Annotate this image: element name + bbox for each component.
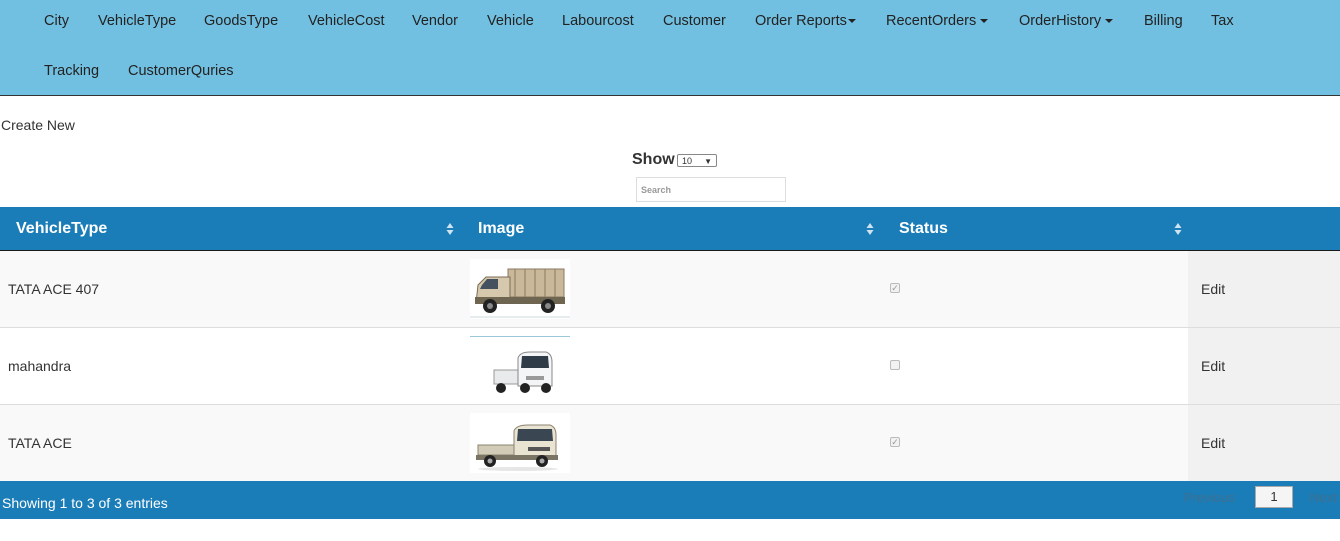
- previous-page-button[interactable]: Previous: [1184, 481, 1235, 514]
- edit-link[interactable]: Edit: [1201, 251, 1225, 327]
- nav-billing[interactable]: Billing: [1144, 12, 1183, 30]
- sort-icon: [446, 223, 454, 235]
- show-entries-label: Show: [632, 151, 675, 168]
- column-header-status[interactable]: Status: [899, 207, 948, 250]
- nav-city[interactable]: City: [44, 12, 69, 30]
- caret-down-icon: [1105, 19, 1114, 24]
- nav-orderhistory-dropdown[interactable]: OrderHistory: [1019, 12, 1114, 30]
- sort-icon: [1174, 223, 1182, 235]
- nav-labourcost[interactable]: Labourcost: [562, 12, 634, 30]
- column-header-vehicletype[interactable]: VehicleType: [16, 207, 107, 250]
- table-row: TATA ACE 407 ✓ Edit: [0, 251, 1340, 328]
- vehicle-type-cell: TATA ACE 407: [8, 281, 100, 297]
- column-header-label: Image: [478, 220, 525, 237]
- search-input[interactable]: [636, 177, 786, 202]
- create-new-link[interactable]: Create New: [1, 117, 75, 133]
- table-row: mahandra Edit: [0, 328, 1340, 405]
- nav-tracking[interactable]: Tracking: [44, 62, 99, 80]
- edit-link[interactable]: Edit: [1201, 328, 1225, 404]
- truck-open-body-image: [470, 259, 570, 319]
- action-cell: Edit: [1188, 328, 1340, 404]
- nav-customerquries[interactable]: CustomerQuries: [128, 62, 234, 80]
- top-navbar: City VehicleType GoodsType VehicleCost V…: [0, 0, 1340, 96]
- nav-orderhistory-label: OrderHistory: [1019, 13, 1102, 29]
- nav-vehicle[interactable]: Vehicle: [487, 12, 534, 30]
- nav-order-reports-dropdown[interactable]: Order Reports: [755, 12, 856, 30]
- status-checkbox[interactable]: ✓: [890, 283, 900, 293]
- nav-vehicletype[interactable]: VehicleType: [98, 12, 176, 30]
- caret-down-icon: [980, 19, 989, 24]
- table-row: TATA ACE ✓ Edit: [0, 405, 1340, 482]
- table-footer: Showing 1 to 3 of 3 entries Previous 1 N…: [0, 481, 1340, 519]
- mini-truck-pickup-image: [470, 413, 570, 473]
- edit-link[interactable]: Edit: [1201, 405, 1225, 481]
- vehicle-type-cell: TATA ACE: [8, 435, 72, 451]
- page-length-value: 10: [682, 156, 693, 166]
- nav-recentorders-label: RecentOrders: [886, 13, 977, 29]
- status-checkbox[interactable]: ✓: [890, 437, 900, 447]
- nav-order-reports-label: Order Reports: [755, 13, 847, 29]
- mini-truck-white-image: [470, 336, 570, 396]
- action-cell: Edit: [1188, 251, 1340, 327]
- nav-customer[interactable]: Customer: [663, 12, 726, 30]
- entries-info: Showing 1 to 3 of 3 entries: [2, 495, 168, 511]
- triangle-down-icon: ▼: [704, 157, 712, 166]
- column-header-label: Status: [899, 220, 948, 237]
- status-checkbox[interactable]: [890, 360, 900, 370]
- action-cell: Edit: [1188, 405, 1340, 481]
- sort-icon: [866, 223, 874, 235]
- page-1-button[interactable]: 1: [1255, 486, 1293, 508]
- table-header: VehicleType Image Status: [0, 207, 1340, 251]
- column-header-image[interactable]: Image: [478, 207, 524, 250]
- image-divider: [470, 336, 570, 337]
- nav-vendor[interactable]: Vendor: [412, 12, 458, 30]
- column-header-label: VehicleType: [16, 220, 108, 237]
- page-length-select[interactable]: 10 ▼: [677, 154, 717, 167]
- nav-recentorders-dropdown[interactable]: RecentOrders: [886, 12, 989, 30]
- caret-down-icon: [847, 19, 856, 24]
- nav-tax[interactable]: Tax: [1211, 12, 1234, 30]
- vehicle-type-cell: mahandra: [8, 358, 72, 374]
- next-page-button[interactable]: Next: [1310, 481, 1337, 514]
- nav-goodstype[interactable]: GoodsType: [204, 12, 278, 30]
- nav-vehiclecost[interactable]: VehicleCost: [308, 12, 385, 30]
